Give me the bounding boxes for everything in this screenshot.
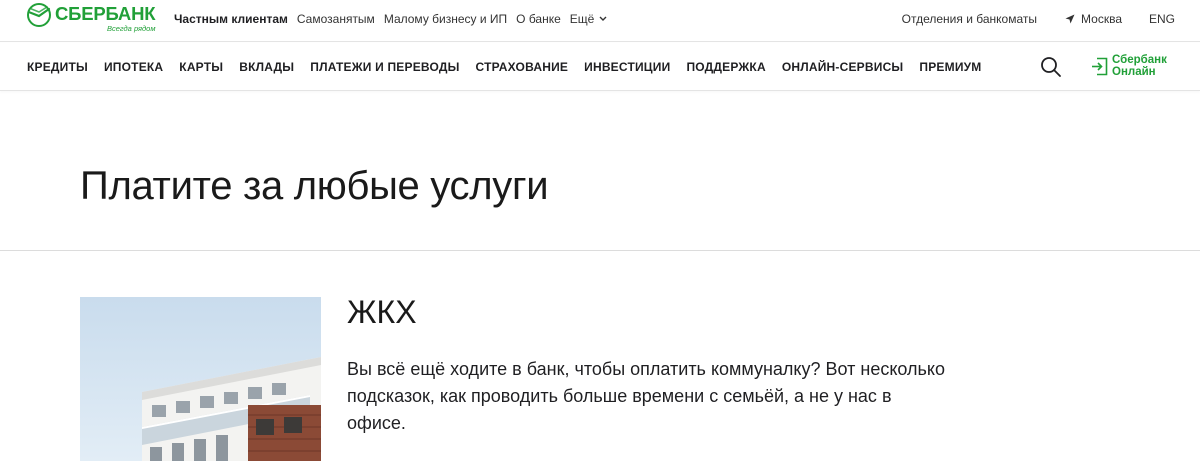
nav-item-premium[interactable]: ПРЕМИУМ — [919, 60, 981, 74]
card-description: Вы всё ещё ходите в банк, чтобы оплатить… — [347, 359, 945, 433]
location-arrow-icon — [1065, 14, 1075, 24]
card-title[interactable]: ЖКХ — [347, 294, 417, 331]
housing-image[interactable] — [80, 297, 321, 461]
sberbank-logo-icon — [27, 3, 51, 27]
more-menu[interactable]: Ещё — [570, 12, 608, 26]
main-nav: КРЕДИТЫ ИПОТЕКА КАРТЫ ВКЛАДЫ ПЛАТЕЖИ И П… — [0, 43, 1200, 91]
sberbank-logo[interactable]: СБЕРБАНК Всегда рядом — [27, 2, 156, 36]
nav-item-cards[interactable]: КАРТЫ — [179, 60, 223, 74]
top-bar: СБЕРБАНК Всегда рядом Частным клиентам С… — [0, 0, 1200, 42]
nav-item-payments[interactable]: ПЛАТЕЖИ И ПЕРЕВОДЫ — [310, 60, 459, 74]
online-label-line2: Онлайн — [1112, 66, 1156, 78]
section-divider — [0, 250, 1200, 251]
city-label: Москва — [1081, 12, 1122, 26]
logo-slogan: Всегда рядом — [107, 24, 156, 33]
language-switch[interactable]: ENG — [1149, 12, 1175, 26]
segment-self-employed[interactable]: Самозанятым — [297, 12, 375, 26]
main-nav-items: КРЕДИТЫ ИПОТЕКА КАРТЫ ВКЛАДЫ ПЛАТЕЖИ И П… — [27, 43, 998, 91]
chevron-down-icon — [599, 16, 607, 21]
more-label: Ещё — [569, 11, 595, 26]
segment-small-business[interactable]: Малому бизнесу и ИП — [384, 12, 507, 26]
city-selector[interactable]: Москва — [1065, 12, 1122, 26]
nav-item-credits[interactable]: КРЕДИТЫ — [27, 60, 88, 74]
sberbank-online-button[interactable]: Сбербанк Онлайн — [1091, 53, 1171, 81]
page-title: Платите за любые услуги — [80, 164, 549, 208]
nav-item-support[interactable]: ПОДДЕРЖКА — [686, 60, 765, 74]
login-icon — [1092, 57, 1108, 76]
logo-wordmark: СБЕРБАНК — [55, 3, 156, 24]
search-button[interactable] — [1040, 56, 1062, 78]
search-icon — [1041, 57, 1061, 77]
nav-item-investments[interactable]: ИНВЕСТИЦИИ — [584, 60, 670, 74]
segment-private-clients[interactable]: Частным клиентам — [174, 12, 288, 26]
online-label-line1: Сбербанк — [1112, 54, 1167, 66]
segment-about-bank[interactable]: О банке — [516, 12, 561, 26]
branches-link[interactable]: Отделения и банкоматы — [902, 12, 1037, 26]
apartment-building-photo — [80, 297, 321, 461]
nav-item-online-services[interactable]: ОНЛАЙН-СЕРВИСЫ — [782, 60, 904, 74]
nav-item-mortgage[interactable]: ИПОТЕКА — [104, 60, 163, 74]
segment-nav: Частным клиентам Самозанятым Малому бизн… — [174, 0, 616, 37]
nav-item-deposits[interactable]: ВКЛАДЫ — [239, 60, 294, 74]
nav-item-insurance[interactable]: СТРАХОВАНИЕ — [476, 60, 569, 74]
online-label: Сбербанк Онлайн — [1112, 54, 1172, 78]
